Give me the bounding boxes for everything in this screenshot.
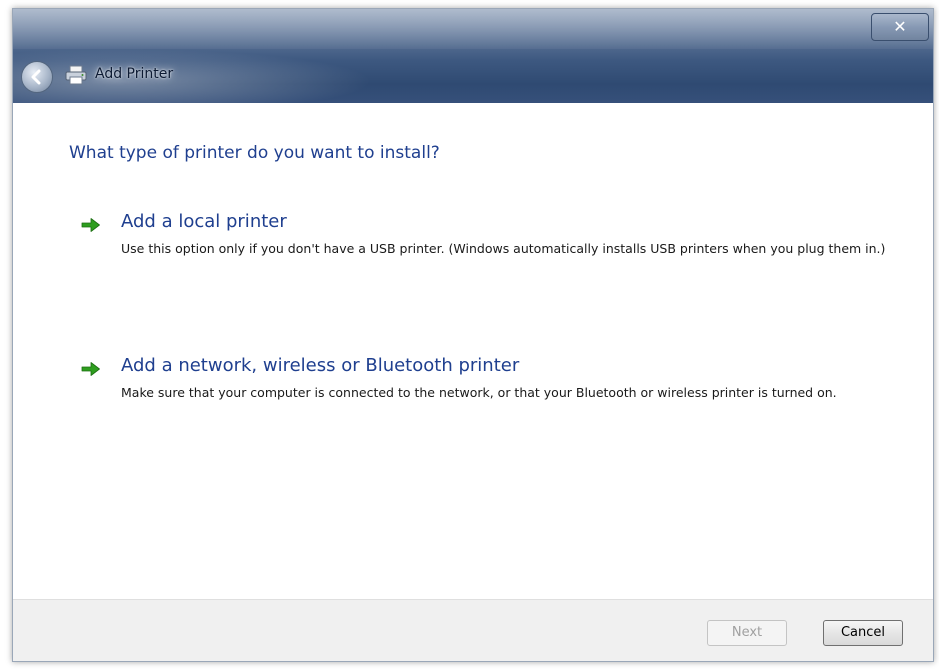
button-bar: Next Cancel [13,599,933,661]
close-icon: ✕ [893,17,907,36]
cancel-button[interactable]: Cancel [823,620,903,646]
title-bar: ✕ Add Printer [13,9,933,103]
green-arrow-icon [81,362,100,376]
next-button[interactable]: Next [707,620,787,646]
back-button[interactable] [21,61,53,93]
title-bar-shine [13,9,933,49]
option-title[interactable]: Add a local printer [121,211,287,232]
page-heading: What type of printer do you want to inst… [69,143,440,163]
option-description: Make sure that your computer is connecte… [121,385,837,400]
back-arrow-icon [31,69,41,85]
add-printer-window: ✕ Add Printer What type of printer do yo… [12,8,934,662]
close-button[interactable]: ✕ [871,13,929,41]
option-title[interactable]: Add a network, wireless or Bluetooth pri… [121,355,519,376]
window-title: Add Printer [95,66,174,82]
printer-icon [65,65,87,85]
green-arrow-icon [81,218,100,232]
option-description: Use this option only if you don't have a… [121,241,886,256]
wizard-content: What type of printer do you want to inst… [13,103,933,599]
